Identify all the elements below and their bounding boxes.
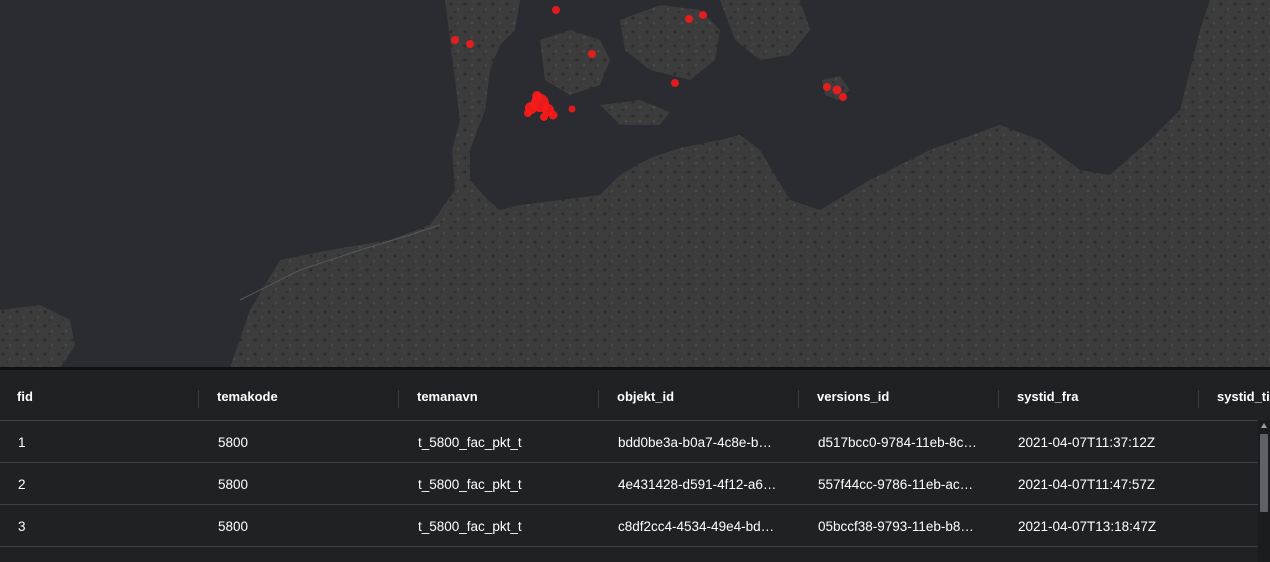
cell-fid: 3 bbox=[18, 519, 26, 534]
feature-point[interactable] bbox=[466, 40, 474, 48]
cell-temakode: 5800 bbox=[218, 519, 249, 534]
feature-point[interactable] bbox=[568, 105, 576, 113]
feature-point[interactable] bbox=[671, 79, 679, 87]
cell-temakode: 5800 bbox=[218, 435, 249, 450]
cell-objekt-id: bdd0be3a-b0a7-4c8e-b… bbox=[618, 435, 772, 450]
column-resize-handle[interactable] bbox=[598, 390, 599, 408]
column-resize-handle[interactable] bbox=[1198, 390, 1199, 408]
feature-point[interactable] bbox=[839, 93, 847, 101]
cell-systid-fra: 2021-04-07T13:18:47Z bbox=[1018, 519, 1157, 534]
feature-point[interactable] bbox=[588, 50, 596, 58]
map-canvas[interactable] bbox=[0, 0, 1270, 368]
cell-temanavn: t_5800_fac_pkt_t bbox=[418, 519, 522, 534]
col-header-systid-fra[interactable]: systid_fra bbox=[1017, 370, 1078, 420]
cell-systid-fra: 2021-04-07T11:37:12Z bbox=[1018, 435, 1156, 450]
column-resize-handle[interactable] bbox=[998, 390, 999, 408]
column-resize-handle[interactable] bbox=[798, 390, 799, 408]
table-row[interactable]: 1 5800 t_5800_fac_pkt_t bdd0be3a-b0a7-4c… bbox=[0, 421, 1258, 463]
cell-fid: 2 bbox=[18, 477, 26, 492]
cell-objekt-id: 4e431428-d591-4f12-a6… bbox=[618, 477, 777, 492]
vertical-scrollbar[interactable] bbox=[1258, 420, 1270, 562]
cell-temanavn: t_5800_fac_pkt_t bbox=[418, 435, 522, 450]
col-header-versions-id[interactable]: versions_id bbox=[817, 370, 889, 420]
col-header-fid[interactable]: fid bbox=[17, 370, 33, 420]
feature-point[interactable] bbox=[823, 83, 831, 91]
scroll-up-arrow-icon[interactable] bbox=[1261, 423, 1267, 428]
table-row[interactable]: 3 5800 t_5800_fac_pkt_t c8df2cc4-4534-49… bbox=[0, 505, 1258, 547]
table-row[interactable]: 2 5800 t_5800_fac_pkt_t 4e431428-d591-4f… bbox=[0, 463, 1258, 505]
feature-point[interactable] bbox=[699, 11, 707, 19]
col-header-temakode[interactable]: temakode bbox=[217, 370, 278, 420]
feature-point[interactable] bbox=[552, 6, 560, 14]
col-header-temanavn[interactable]: temanavn bbox=[417, 370, 478, 420]
attribute-table: fid temakode temanavn objekt_id versions… bbox=[0, 370, 1270, 562]
map-view[interactable] bbox=[0, 0, 1270, 368]
cell-temakode: 5800 bbox=[218, 477, 249, 492]
cell-versions-id: 05bccf38-9793-11eb-b8… bbox=[818, 519, 974, 534]
col-header-systid-til[interactable]: systid_til bbox=[1217, 370, 1270, 420]
cell-versions-id: 557f44cc-9786-11eb-ac… bbox=[818, 477, 974, 492]
feature-point[interactable] bbox=[832, 85, 842, 95]
scrollbar-thumb[interactable] bbox=[1260, 434, 1268, 512]
column-resize-handle[interactable] bbox=[198, 390, 199, 408]
feature-point[interactable] bbox=[451, 36, 459, 44]
cell-temanavn: t_5800_fac_pkt_t bbox=[418, 477, 522, 492]
table-header: fid temakode temanavn objekt_id versions… bbox=[0, 370, 1270, 421]
col-header-objekt-id[interactable]: objekt_id bbox=[617, 370, 674, 420]
column-resize-handle[interactable] bbox=[398, 390, 399, 408]
cell-objekt-id: c8df2cc4-4534-49e4-bd… bbox=[618, 519, 775, 534]
cell-fid: 1 bbox=[18, 435, 26, 450]
cell-systid-fra: 2021-04-07T11:47:57Z bbox=[1018, 477, 1156, 492]
feature-point[interactable] bbox=[685, 15, 693, 23]
cell-versions-id: d517bcc0-9784-11eb-8c… bbox=[818, 435, 977, 450]
